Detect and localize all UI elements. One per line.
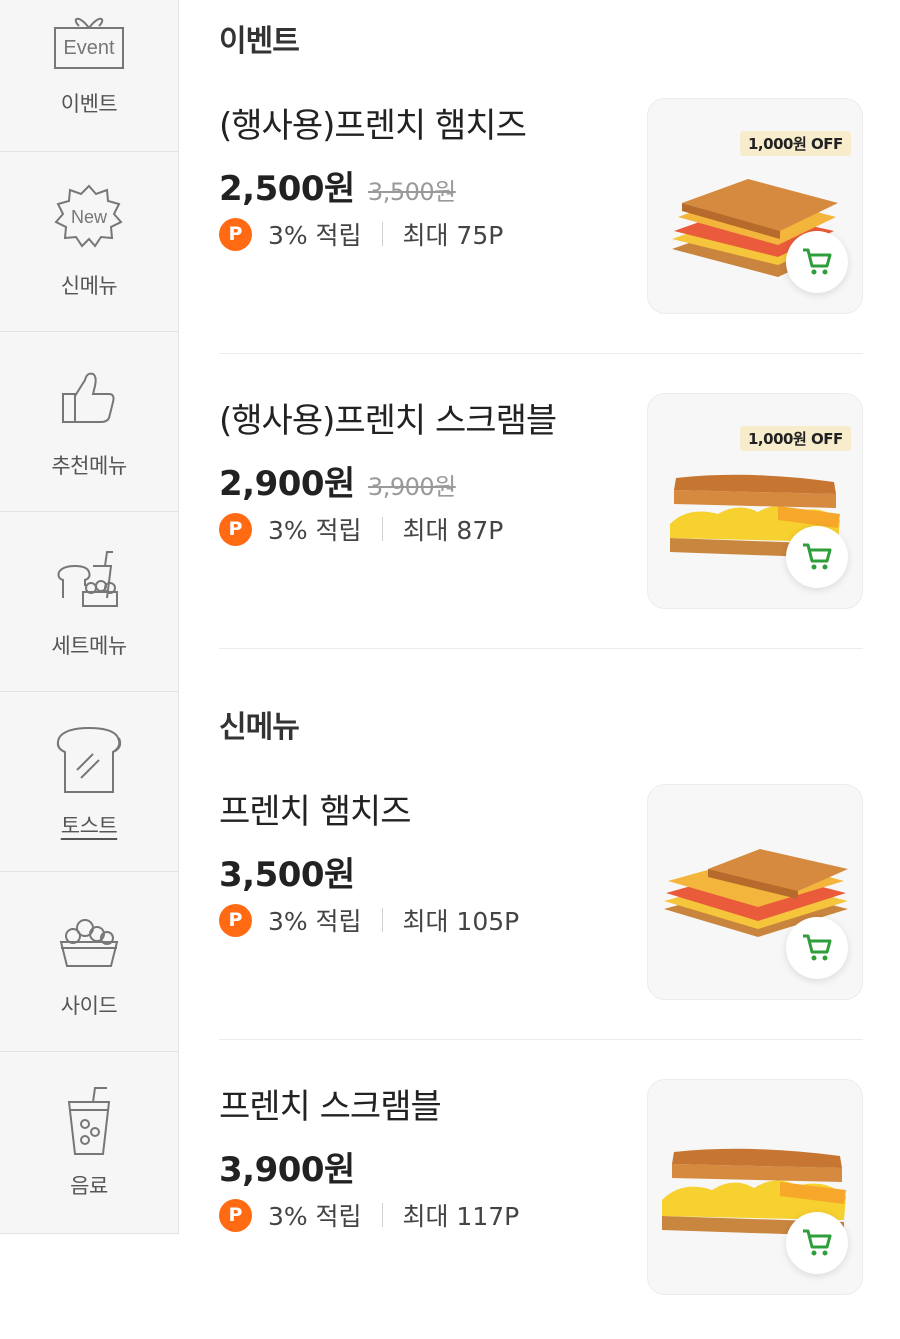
event-gift-icon: Event bbox=[54, 17, 124, 69]
point-separator bbox=[381, 517, 383, 541]
menu-item-price: 3,900원 bbox=[219, 1150, 355, 1190]
drink-cup-icon bbox=[67, 1087, 111, 1155]
event-icon-text: Event bbox=[63, 37, 115, 59]
sidebar-item-new-menu[interactable]: New 신메뉴 bbox=[0, 152, 178, 332]
discount-badge: 1,000원 OFF bbox=[740, 426, 851, 451]
sidebar-filler bbox=[0, 1234, 179, 1327]
menu-item-original-price: 3,900원 bbox=[367, 473, 456, 501]
price-row: 3,900원 bbox=[219, 1142, 355, 1191]
new-icon-text: New bbox=[71, 207, 108, 227]
point-rate: 3% 적립 bbox=[267, 907, 362, 936]
sidebar-item-label: 토스트 bbox=[60, 814, 118, 838]
menu-item-card[interactable]: (행사용)프렌치 스크램블 2,900원 3,900원 P 3% 적립 최대 8… bbox=[219, 393, 863, 653]
menu-item-image[interactable]: 1,000원 OFF bbox=[647, 98, 863, 314]
new-badge-icon: New bbox=[54, 184, 123, 248]
point-p-icon: P bbox=[219, 903, 252, 937]
toast-icon bbox=[56, 726, 122, 793]
menu-item-price: 2,500원 bbox=[219, 169, 355, 209]
menu-item-name: (행사용)프렌치 햄치즈 bbox=[219, 106, 527, 146]
menu-item-name: (행사용)프렌치 스크램블 bbox=[219, 401, 557, 441]
sidebar-item-label: 세트메뉴 bbox=[51, 634, 127, 658]
menu-item-card[interactable]: (행사용)프렌치 햄치즈 2,500원 3,500원 P 3% 적립 최대 75… bbox=[219, 98, 863, 358]
discount-badge: 1,000원 OFF bbox=[740, 131, 851, 156]
item-divider bbox=[219, 1039, 863, 1040]
sidebar-item-label: 신메뉴 bbox=[60, 274, 118, 298]
cart-icon bbox=[803, 934, 832, 961]
menu-item-card[interactable]: 프렌치 스크램블 3,900원 P 3% 적립 최대 117P bbox=[219, 1079, 863, 1339]
point-separator bbox=[381, 908, 383, 932]
section-title-new-menu: 신메뉴 bbox=[219, 710, 300, 745]
add-to-cart-button[interactable] bbox=[786, 1212, 848, 1274]
point-max: 최대 75P bbox=[402, 221, 504, 250]
point-info: P 3% 적립 최대 75P bbox=[219, 216, 504, 251]
menu-list: 이벤트 (행사용)프렌치 햄치즈 2,500원 3,500원 P 3% 적립 최… bbox=[180, 0, 900, 1327]
point-p-icon: P bbox=[219, 217, 252, 251]
cart-icon bbox=[803, 248, 832, 275]
add-to-cart-button[interactable] bbox=[786, 917, 848, 979]
price-row: 2,500원 3,500원 bbox=[219, 161, 456, 210]
point-info: P 3% 적립 최대 105P bbox=[219, 902, 520, 937]
sidebar-item-label: 사이드 bbox=[60, 994, 118, 1018]
point-info: P 3% 적립 최대 117P bbox=[219, 1197, 520, 1232]
menu-item-name: 프렌치 햄치즈 bbox=[219, 792, 411, 832]
point-p-icon: P bbox=[219, 1198, 252, 1232]
sidebar-item-label: 음료 bbox=[70, 1174, 108, 1198]
menu-item-card[interactable]: 프렌치 햄치즈 3,500원 P 3% 적립 최대 105P bbox=[219, 784, 863, 1044]
section-title-event: 이벤트 bbox=[219, 24, 300, 59]
set-menu-icon bbox=[57, 551, 118, 607]
sidebar-item-recommended[interactable]: 추천메뉴 bbox=[0, 332, 178, 512]
point-info: P 3% 적립 최대 87P bbox=[219, 511, 504, 546]
menu-item-image[interactable] bbox=[647, 1079, 863, 1295]
sidebar-item-set-menu[interactable]: 세트메뉴 bbox=[0, 512, 178, 692]
thumbs-up-icon bbox=[62, 372, 115, 423]
sidebar-item-toast[interactable]: 토스트 bbox=[0, 692, 178, 872]
sidebar-item-label: 이벤트 bbox=[60, 92, 118, 116]
side-basket-icon bbox=[59, 919, 119, 967]
point-p-icon: P bbox=[219, 512, 252, 546]
add-to-cart-button[interactable] bbox=[786, 231, 848, 293]
point-separator bbox=[381, 222, 383, 246]
item-divider bbox=[219, 648, 863, 649]
menu-item-price: 2,900원 bbox=[219, 464, 355, 504]
price-row: 3,500원 bbox=[219, 847, 355, 896]
point-rate: 3% 적립 bbox=[267, 1202, 362, 1231]
menu-item-price: 3,500원 bbox=[219, 855, 355, 895]
price-row: 2,900원 3,900원 bbox=[219, 456, 456, 505]
sidebar-item-drink[interactable]: 음료 bbox=[0, 1052, 178, 1234]
menu-item-image[interactable] bbox=[647, 784, 863, 1000]
sidebar-item-label: 추천메뉴 bbox=[51, 454, 127, 478]
item-divider bbox=[219, 353, 863, 354]
menu-item-original-price: 3,500원 bbox=[367, 178, 456, 206]
point-rate: 3% 적립 bbox=[267, 516, 362, 545]
point-max: 최대 87P bbox=[402, 516, 504, 545]
add-to-cart-button[interactable] bbox=[786, 526, 848, 588]
cart-icon bbox=[803, 1229, 832, 1256]
point-max: 최대 105P bbox=[402, 907, 520, 936]
point-rate: 3% 적립 bbox=[267, 221, 362, 250]
sidebar-item-event[interactable]: Event 이벤트 bbox=[0, 0, 178, 152]
cart-icon bbox=[803, 543, 832, 570]
sidebar-item-side[interactable]: 사이드 bbox=[0, 872, 178, 1052]
menu-item-name: 프렌치 스크램블 bbox=[219, 1087, 442, 1127]
menu-item-image[interactable]: 1,000원 OFF bbox=[647, 393, 863, 609]
category-sidebar: Event 이벤트 New 신메뉴 추천메뉴 세트메뉴 토스트 사이드 음료 bbox=[0, 0, 179, 1327]
point-separator bbox=[381, 1203, 383, 1227]
point-max: 최대 117P bbox=[402, 1202, 520, 1231]
